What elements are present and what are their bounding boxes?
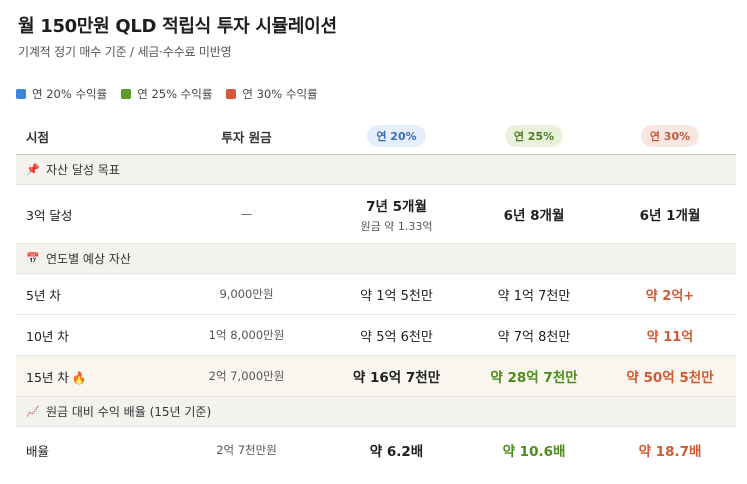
value-20: 약 1억 5천만 (360, 288, 433, 304)
value-20: 약 16억 7천만 (352, 370, 441, 386)
fire-icon: 🔥 (71, 370, 87, 385)
legend-label: 연 30% 수익률 (242, 87, 318, 101)
value-25: 약 1억 7천만 (497, 288, 571, 304)
table-row-year-10: 10년 차 1억 8,000만원 약 5억 6천만 약 7억 8천만 약 11억 (16, 315, 736, 356)
table-row-goal-3: 3억 달성 — 7년 5개월 원금 약 1.33억 6년 8개월 6년 1개월 (16, 185, 736, 244)
legend-label: 연 20% 수익률 (32, 87, 108, 101)
row-principal: 1억 8,000만원 (208, 328, 285, 342)
row-label: 3억 달성 (26, 207, 73, 223)
row-principal: 9,000만원 (219, 287, 274, 301)
simulation-table: 시점 투자 원금 연 20% 연 25% 연 30% 📌 자산 달성 목표 3억… (16, 118, 736, 473)
row-label: 배율 (26, 443, 50, 459)
section-title: 연도별 예상 자산 (46, 252, 131, 266)
table-header: 시점 투자 원금 연 20% 연 25% 연 30% (16, 118, 736, 155)
legend-item-20: 연 20% 수익률 (16, 86, 107, 102)
section-yearly: 📅 연도별 예상 자산 (16, 244, 736, 274)
value-20: 약 6.2배 (369, 444, 424, 460)
legend-swatch-red (226, 89, 237, 99)
row-principal: 2억 7천만원 (216, 443, 277, 457)
table-row-multiple: 배율 2억 7천만원 약 6.2배 약 10.6배 약 18.7배 (16, 427, 736, 473)
header-rate-25: 연 25% (504, 125, 564, 147)
chart-up-icon: 📈 (26, 405, 40, 418)
legend: 연 20% 수익률 연 25% 수익률 연 30% 수익률 (16, 86, 318, 102)
legend-item-30: 연 30% 수익률 (226, 86, 318, 102)
header-principal: 투자 원금 (221, 129, 272, 145)
legend-label: 연 25% 수익률 (137, 87, 213, 101)
value-30: 6년 1개월 (639, 208, 701, 224)
value-30: 약 18.7배 (638, 444, 702, 460)
row-label: 15년 차 (26, 369, 69, 385)
pushpin-icon: 📌 (26, 163, 40, 176)
value-25: 약 10.6배 (502, 444, 566, 460)
header-rate-20: 연 20% (367, 125, 426, 147)
value-30: 약 11억 (646, 329, 694, 345)
calendar-icon: 📅 (26, 252, 40, 265)
row-principal: 2억 7,000만원 (208, 369, 285, 383)
value-30: 약 2억+ (645, 288, 695, 304)
legend-swatch-green (121, 89, 132, 99)
row-principal: — (240, 207, 253, 221)
value-20: 약 5억 6천만 (360, 329, 433, 345)
legend-swatch-blue (16, 89, 26, 99)
section-title: 자산 달성 목표 (46, 163, 120, 177)
value-25: 약 28억 7천만 (490, 370, 578, 386)
value-30: 약 50억 5천만 (626, 370, 714, 386)
header-time: 시점 (26, 129, 50, 145)
value-25: 6년 8개월 (503, 208, 565, 224)
value-20: 7년 5개월 (366, 198, 427, 215)
row-label: 10년 차 (26, 328, 69, 344)
value-20-sub: 원금 약 1.33억 (360, 219, 433, 233)
header-rate-30: 연 30% (640, 125, 700, 147)
page-title: 월 150만원 QLD 적립식 투자 시뮬레이션 (18, 16, 337, 37)
page-subtitle: 기계적 정기 매수 기준 / 세금·수수료 미반영 (18, 45, 232, 59)
table-row-year-15: 15년 차 🔥 2억 7,000만원 약 16억 7천만 약 28억 7천만 약 … (16, 356, 736, 397)
simulation-card: 월 150만원 QLD 적립식 투자 시뮬레이션 기계적 정기 매수 기준 / … (0, 0, 747, 484)
row-label: 5년 차 (26, 287, 61, 303)
section-goal: 📌 자산 달성 목표 (16, 155, 736, 185)
legend-item-25: 연 25% 수익률 (121, 86, 212, 102)
table-row-year-5: 5년 차 9,000만원 약 1억 5천만 약 1억 7천만 약 2억+ (16, 274, 736, 315)
value-25: 약 7억 8천만 (497, 329, 571, 345)
section-title: 원금 대비 수익 배율 (15년 기준) (46, 405, 212, 419)
section-ratio: 📈 원금 대비 수익 배율 (15년 기준) (16, 397, 736, 427)
